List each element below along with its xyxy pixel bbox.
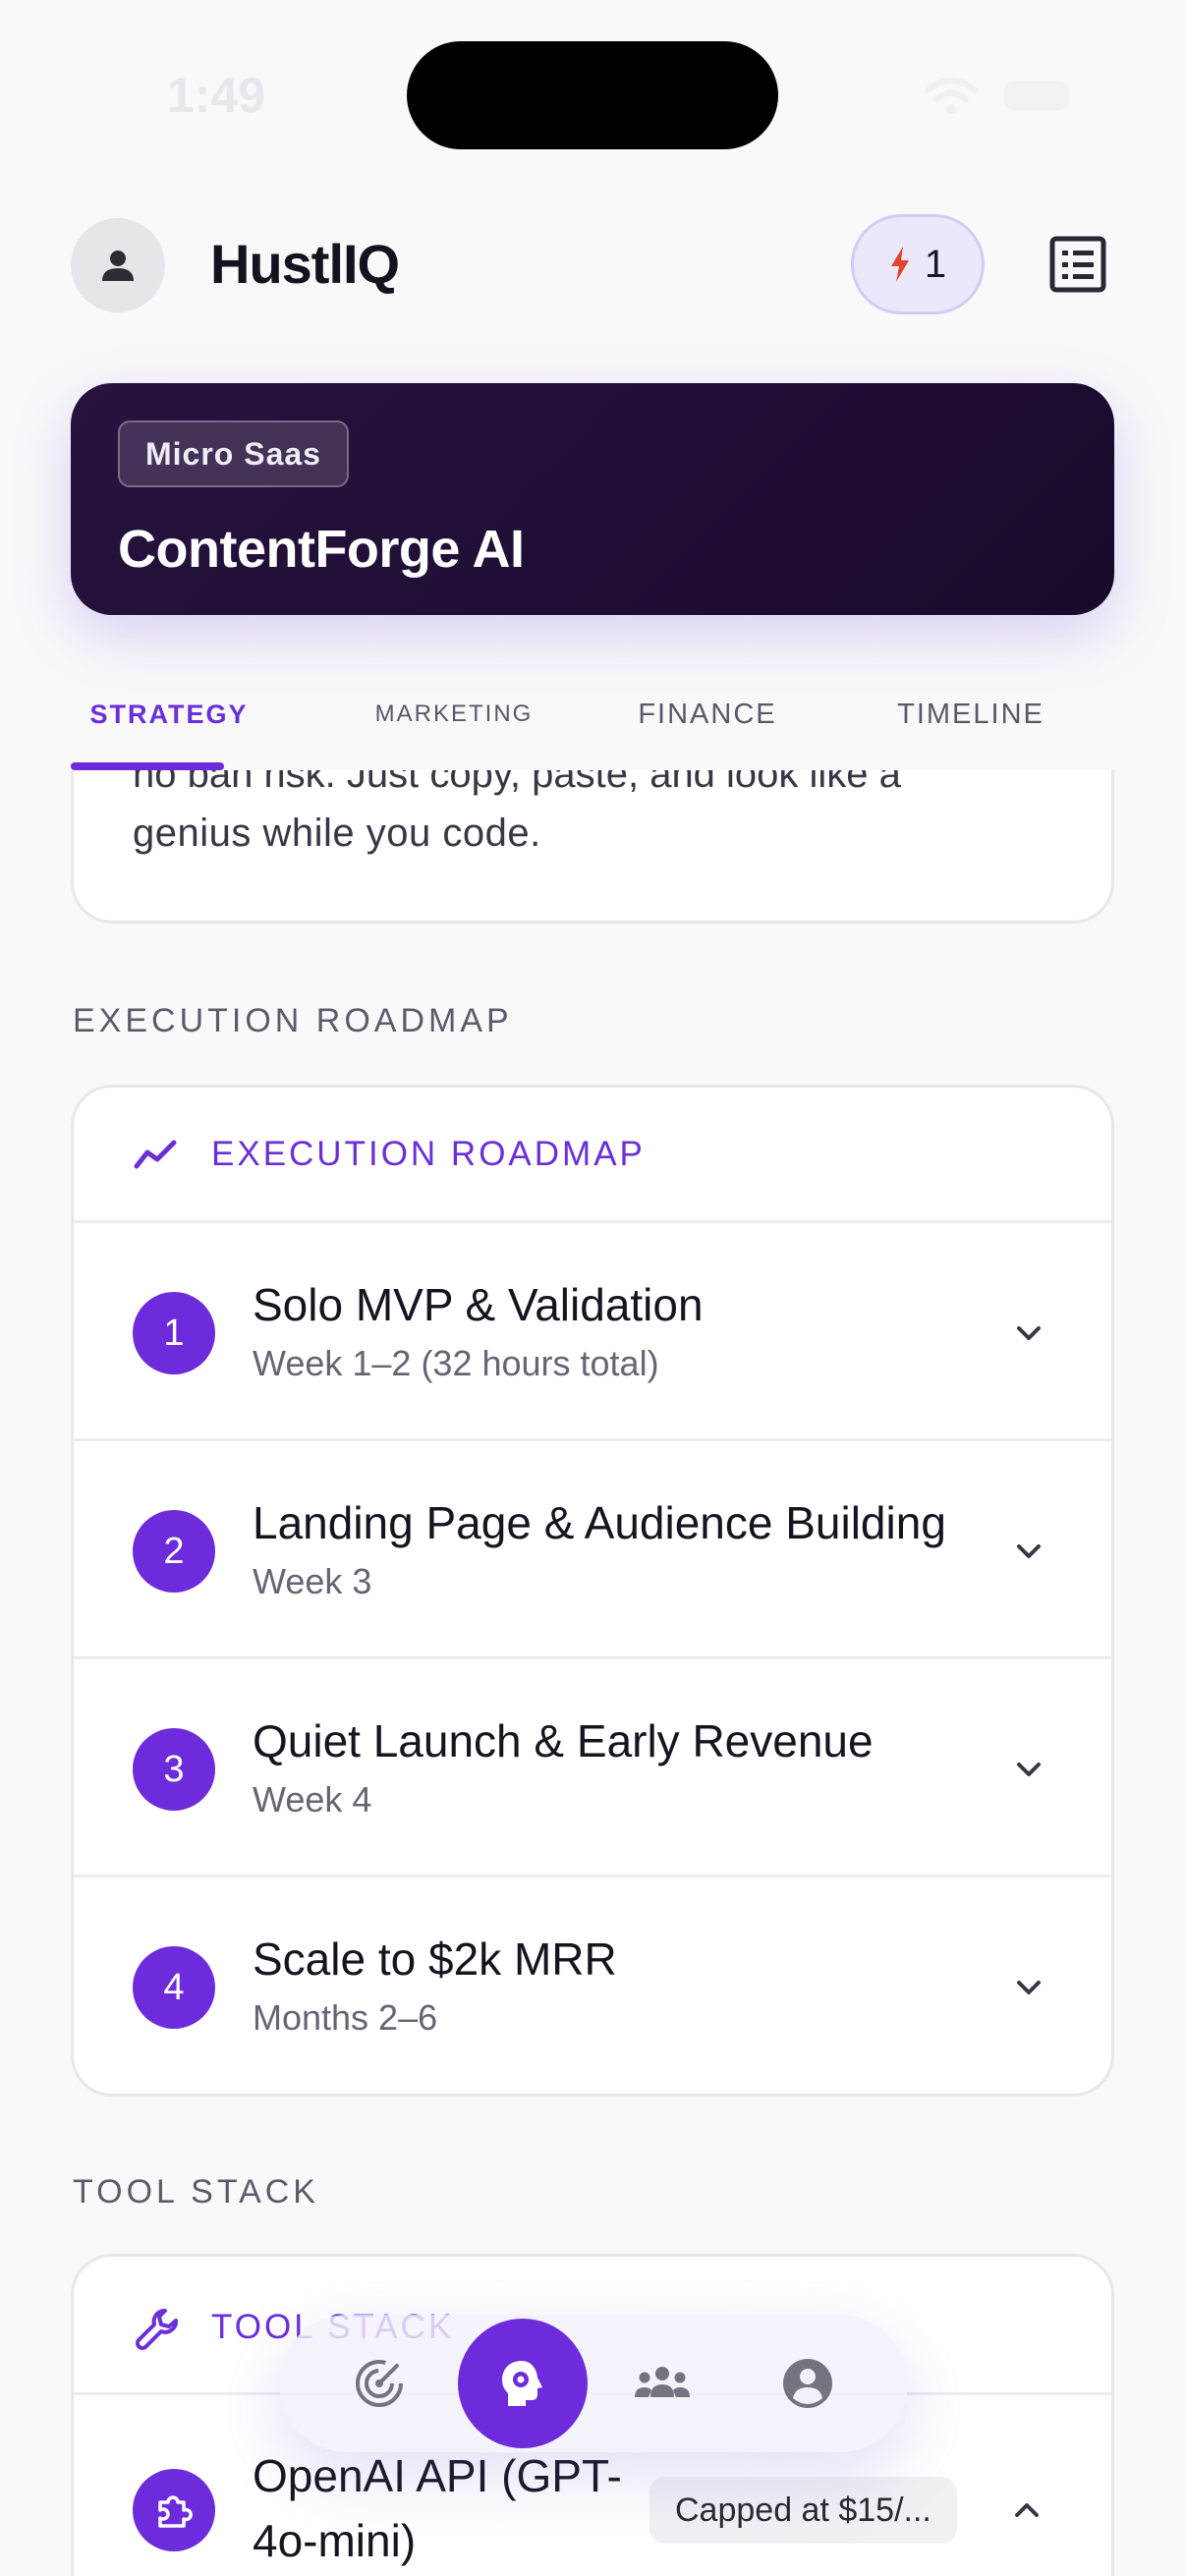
battery-icon: [1004, 81, 1069, 110]
credits-badge[interactable]: 1: [851, 214, 985, 314]
app-title: HustlIQ: [210, 233, 400, 295]
trending-icon: [134, 1140, 177, 1169]
wifi-icon: [925, 78, 978, 114]
step-title: Scale to $2k MRR: [253, 1933, 617, 1985]
status-bar: 1:49: [0, 0, 1185, 187]
bottom-navigation: [279, 2315, 908, 2452]
step-subtitle: Week 4: [253, 1779, 372, 1820]
chevron-up-icon[interactable]: [1005, 2489, 1048, 2532]
roadmap-step[interactable]: 2 Landing Page & Audience Building Week …: [74, 1441, 1111, 1659]
category-tag: Micro Saas: [118, 420, 349, 487]
roadmap-card-header: EXECUTION ROADMAP: [74, 1088, 1111, 1223]
chevron-down-icon[interactable]: [1007, 1748, 1050, 1791]
step-number: 3: [133, 1728, 215, 1811]
step-title: Quiet Launch & Early Revenue: [253, 1715, 874, 1766]
roadmap-step[interactable]: 3 Quiet Launch & Early Revenue Week 4: [74, 1659, 1111, 1877]
nav-strategy[interactable]: [458, 2319, 588, 2448]
step-number: 4: [133, 1946, 215, 2029]
step-title: Solo MVP & Validation: [253, 1279, 704, 1330]
description-card: no ban risk. Just copy, paste, and look …: [71, 770, 1114, 924]
step-number: 1: [133, 1292, 215, 1374]
idea-title: ContentForge AI: [118, 520, 525, 579]
nav-profile[interactable]: [761, 2336, 855, 2431]
step-subtitle: Months 2–6: [253, 1997, 438, 2038]
roadmap-step[interactable]: 1 Solo MVP & Validation Week 1–2 (32 hou…: [74, 1223, 1111, 1441]
step-number: 2: [133, 1510, 215, 1593]
idea-hero-card: Micro Saas ContentForge AI: [71, 383, 1114, 615]
puzzle-icon: [158, 2495, 193, 2528]
tool-cost-badge: Capped at $15/...: [649, 2477, 957, 2544]
step-subtitle: Week 1–2 (32 hours total): [253, 1343, 659, 1383]
community-icon: [635, 2367, 690, 2397]
radar-icon: [356, 2360, 403, 2407]
tool-stack-section-label: TOOL STACK: [73, 2173, 319, 2211]
chevron-down-icon[interactable]: [1007, 1966, 1050, 2009]
description-text: genius while you code.: [133, 812, 541, 855]
step-title: Landing Page & Audience Building: [253, 1497, 946, 1548]
roadmap-card: EXECUTION ROADMAP 1 Solo MVP & Validatio…: [71, 1085, 1114, 2097]
active-tab-indicator: [71, 762, 224, 770]
credits-count: 1: [924, 242, 947, 286]
nav-radar[interactable]: [332, 2336, 426, 2431]
tool-icon: [133, 2469, 215, 2551]
nav-community[interactable]: [615, 2336, 709, 2431]
person-icon: [102, 251, 134, 281]
roadmap-card-title: EXECUTION ROADMAP: [211, 1135, 646, 1173]
dynamic-island: [407, 41, 778, 149]
step-subtitle: Week 3: [253, 1561, 372, 1601]
roadmap-section-label: EXECUTION ROADMAP: [73, 1002, 513, 1039]
avatar-button[interactable]: [71, 218, 165, 312]
tab-finance[interactable]: FINANCE: [599, 658, 816, 770]
tool-name: OpenAI API (GPT-4o-mini): [253, 2450, 622, 2566]
chevron-down-icon[interactable]: [1007, 1312, 1050, 1355]
description-text-partial: no ban risk. Just copy, paste, and look …: [133, 770, 901, 796]
section-tabs: STRATEGY MARKETING FINANCE TIMELINE: [71, 658, 1114, 770]
tab-strategy[interactable]: STRATEGY: [71, 658, 267, 770]
tab-marketing[interactable]: MARKETING: [356, 658, 552, 770]
status-time: 1:49: [167, 68, 266, 123]
brain-gear-icon: [502, 2361, 542, 2406]
lightning-icon: [890, 247, 909, 282]
profile-icon: [783, 2359, 832, 2408]
list-menu-icon[interactable]: [1049, 236, 1106, 293]
wrench-icon: [136, 2309, 178, 2350]
chevron-down-icon[interactable]: [1007, 1530, 1050, 1573]
roadmap-step[interactable]: 4 Scale to $2k MRR Months 2–6: [74, 1877, 1111, 2094]
tab-timeline[interactable]: TIMELINE: [853, 658, 1089, 770]
